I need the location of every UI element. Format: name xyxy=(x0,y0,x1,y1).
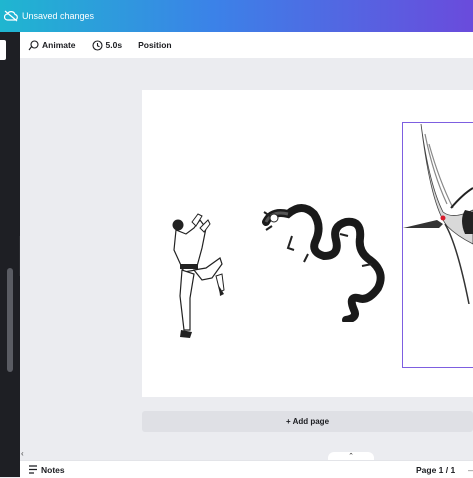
top-bar: Unsaved changes xyxy=(0,0,473,32)
duration-button[interactable]: 5.0s xyxy=(91,39,123,51)
animate-icon xyxy=(28,39,39,50)
left-sidebar xyxy=(0,32,20,477)
editor-footer: Notes Page 1 / 1 — xyxy=(20,460,473,478)
duration-label: 5.0s xyxy=(105,40,123,50)
chevron-up-icon: ⌃ xyxy=(348,453,354,460)
notes-icon xyxy=(29,465,37,474)
scroll-left-icon[interactable]: ‹ xyxy=(21,449,24,458)
clock-icon xyxy=(91,39,103,51)
cloud-icon xyxy=(4,10,18,22)
page-indicator[interactable]: Page 1 / 1 xyxy=(416,465,455,475)
notes-button[interactable]: Notes xyxy=(28,465,65,475)
dragon-image[interactable] xyxy=(262,192,392,322)
position-label: Position xyxy=(138,40,172,50)
add-page-label: + Add page xyxy=(285,417,330,426)
editor-toolbar: Animate 5.0s Position xyxy=(20,32,473,59)
animate-button[interactable]: Animate xyxy=(28,39,76,51)
sidebar-handle[interactable] xyxy=(0,40,6,60)
zoom-slider-icon[interactable]: — xyxy=(468,465,473,475)
sidebar-scrollbar[interactable] xyxy=(7,268,13,372)
position-button[interactable]: Position xyxy=(138,40,172,50)
save-status-text: Unsaved changes xyxy=(22,11,95,21)
selection-outline xyxy=(402,122,473,368)
add-page-button[interactable]: + Add page xyxy=(142,411,473,432)
animate-label: Animate xyxy=(42,40,76,50)
notes-label: Notes xyxy=(41,464,65,475)
martial-artist-image[interactable] xyxy=(162,210,232,345)
